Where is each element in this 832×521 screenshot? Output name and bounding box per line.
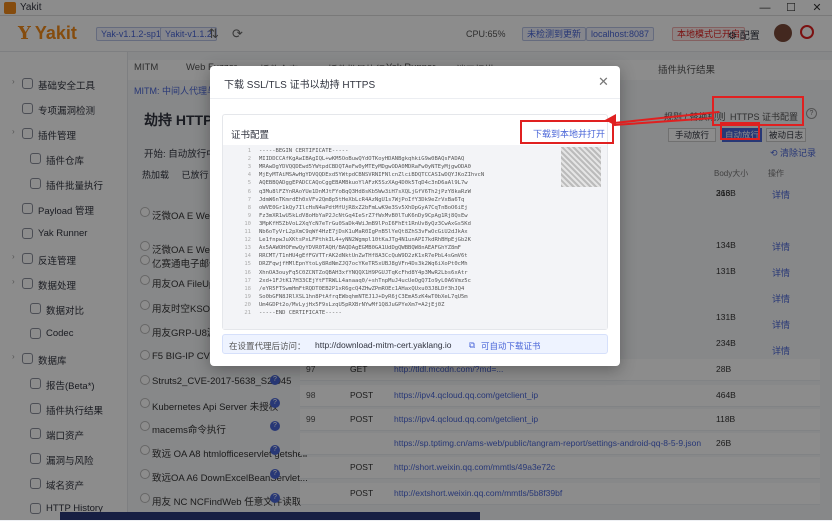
cert-line: 4 MjEyMTAiMSAwHgYDVQQDExd5YWtpdCBNSVRNIFN… — [223, 171, 607, 179]
cert-line-text: MRAwDgYDVQQDEwd5YWtpdCBDQTAeFw0yMTEyMDgw… — [259, 164, 471, 171]
cert-line: 21 -----END CERTIFICATE----- — [223, 309, 607, 317]
download-cert-modal: 下载 SSL/TLS 证书以劫持 HTTPS ✕ 证书配置 下载到本地并打开 1… — [210, 66, 620, 366]
cert-line: 10 3MpKfH5ZbVoL2XqYcN7eTrGu0SaDk4WiJmB9lP… — [223, 220, 607, 228]
cert-line: 12 Le1fnpwJuXKtsPxLFPthkIL4+yNN2Wgmpl10tK… — [223, 236, 607, 244]
line-number: 8 — [247, 204, 251, 211]
cert-line: 17 2xd+1FJtK17H33CEjYtFTRWLL4anaaq0/+shTn… — [223, 277, 607, 285]
cert-line-text: MjEyMTAiMSAwHgYDVQQDExd5YWtpdCBNSVRNIFNl… — [259, 172, 485, 179]
cert-line: 11 Nb6oTyVrL2pXmC9qWf4HzE7jDsK1uMaR0IgPnB… — [223, 228, 607, 236]
line-number: 2 — [247, 156, 251, 163]
annotation-arrowhead — [605, 114, 616, 126]
cert-line: 16 XhnOA3ouyFq5C0ZCNTZoQBAH3xfYNQQX1H9PGU… — [223, 269, 607, 277]
cert-line: 18/eYR5FTSwmHmFtRQDT0EB2P1xR6gcQ4ZHwZPmR… — [223, 285, 607, 293]
cert-line-text: Nb6oTyVrL2pXmC9qWf4HzE7jDsK1uMaR0IgPnB5l… — [259, 229, 468, 235]
line-number: 1 — [247, 148, 251, 154]
modal-title: 下载 SSL/TLS 证书以劫持 HTTPS — [224, 80, 376, 91]
annotation-box-download — [520, 120, 614, 144]
line-number: 19 — [244, 293, 251, 300]
line-number: 15 — [244, 261, 251, 268]
cert-line-text: MIIDDCCAfKgAwIBAgIQL+wKM5OoBuwQYdOTKoyHD… — [259, 156, 465, 163]
cert-line-text: 3MpKfH5ZbVoL2XqYcN7eTrGu0SaDk4WiJmB9lPoI… — [259, 220, 471, 227]
line-number: 20 — [244, 301, 251, 308]
cert-code-block[interactable]: 1 -----BEGIN CERTIFICATE----- 2 MIIDDCCAfKg… — [223, 145, 607, 329]
line-number: 11 — [244, 229, 251, 235]
tip-suffix: 可自动下载证书 — [481, 341, 541, 351]
line-number: 4 — [247, 172, 251, 179]
cert-line-text: Fz3mXR1wU5kLdV8oHbYaP2JcNtGq4IeSrZ7fWxMv… — [259, 212, 468, 219]
cert-line-text: -----END CERTIFICATE----- — [259, 310, 342, 316]
cert-line-text: XhnOA3ouyFq5C0ZCNTZoQBAH3xfYNQQX1H9PGUJT… — [259, 269, 468, 276]
cert-line-text: oWVE0Gr1kQy7IlcHsN4aPdtMfUjR8xZ2bFmLwK9e… — [259, 204, 468, 211]
cert-line: 3 MRAwDgYDVQQDEwd5YWtpdCBDQTAeFw0yMTEyMDg… — [223, 163, 607, 171]
cert-line-text: /eYR5FTSwmHmFtRQDT0EB2P1xR6gcQ4ZHwZPmROE… — [259, 285, 465, 292]
tip-bar: 在设置代理后访问： http://download-mitm-cert.yakl… — [222, 334, 608, 354]
line-number: 7 — [247, 196, 251, 203]
cert-line: 9 Fz3mXR1wU5kLdV8oHbYaP2JcNtGq4IeSrZ7fWxM… — [223, 212, 607, 220]
line-number: 16 — [244, 269, 251, 276]
cert-line-text: -----BEGIN CERTIFICATE----- — [259, 148, 349, 154]
line-number: 13 — [244, 245, 251, 252]
cert-line-text: JdmW6nTKmrdEh0xVFv2Qm8p5tHeXbLcR4AzNgU1s… — [259, 196, 465, 203]
qr-code-image — [561, 147, 601, 187]
copy-icon[interactable]: ⧉ — [469, 340, 475, 351]
cert-line: 7 JdmW6nTKmrdEh0xVFv2Qm8p5tHeXbLcR4AzNgU1… — [223, 196, 607, 204]
cert-line: 5 AQEBBQADggEPADCCAQoCggEBAMBkuoYlAFzK5Sz… — [223, 179, 607, 187]
line-number: 21 — [244, 310, 251, 316]
tip-prefix: 在设置代理后访问： — [229, 341, 306, 351]
line-number: 3 — [247, 164, 251, 171]
cert-line: 19 So0bGFN8JRlXSL1hn8PtAfrqEWbqhmNTEJ1J+D… — [223, 293, 607, 301]
cert-config-box: 证书配置 下载到本地并打开 1 -----BEGIN CERTIFICATE---… — [222, 114, 608, 330]
cert-line: 14 RRCMT/T1nHU4gEfFGVTTrAK2dNktUnZwTHf8A3… — [223, 252, 607, 260]
cert-line-text: DRZFqwjfHMlEpnYtoLy8RdNmZJQ7ocYKeTR5xUBJ… — [259, 261, 468, 268]
cert-line-text: RRCMT/T1nHU4gEfFGVTTrAK2dNktUnZwTHf8A3Cc… — [259, 253, 468, 260]
cert-line-text: Le1fnpwJuXKtsPxLFPthkIL4+yNN2Wgmpl10tKaJ… — [259, 237, 471, 244]
cert-line-text: q3Mu8lFZYnRAoYUe1DnMJtFYoBqQ3Hd8sKb5Ww3i… — [259, 188, 471, 195]
line-number: 10 — [244, 220, 251, 227]
close-icon[interactable]: ✕ — [598, 74, 609, 90]
cert-line-text: Ax5AAWOHOFmwQyYDVR0TAQH/BAQDAgEGMB0GA1Ud… — [259, 245, 461, 252]
line-number: 12 — [244, 237, 251, 244]
annotation-box-auto-pass — [720, 122, 760, 140]
cert-line: 20 Um4GDPt2o/MvLyjHx5F9sLzqU5pRXBrNYwMf1Q… — [223, 301, 607, 309]
line-number: 5 — [247, 180, 251, 187]
cert-line: 2 MIIDDCCAfKgAwIBAgIQL+wKM5OoBuwQYdOTKoyH… — [223, 155, 607, 163]
tip-url[interactable]: http://download-mitm-cert.yaklang.io — [315, 340, 452, 350]
modal-divider — [210, 98, 620, 99]
cert-line-text: 2xd+1FJtK17H33CEjYtFTRWLL4anaaq0/+shTnpM… — [259, 277, 471, 284]
cert-line-text: So0bGFN8JRlXSL1hn8PtAfrqEWbqhmNTEJ1J+DyR… — [259, 293, 468, 300]
cert-line: 13 Ax5AAWOHOFmwQyYDVR0TAQH/BAQDAgEGMB0GA1… — [223, 244, 607, 252]
cert-line: 15 DRZFqwjfHMlEpnYtoLy8RdNmZJQ7ocYKeTR5xU… — [223, 260, 607, 268]
line-number: 6 — [247, 188, 251, 195]
line-number: 18 — [244, 285, 251, 292]
cert-line-text: AQEBBQADggEPADCCAQoCggEBAMBkuoYlAFzK5SzX… — [259, 180, 468, 187]
cert-line: 1 -----BEGIN CERTIFICATE----- — [223, 147, 607, 155]
line-number: 17 — [244, 277, 251, 284]
line-number: 9 — [247, 212, 251, 219]
line-number: 14 — [244, 253, 251, 260]
cert-line: 6 q3Mu8lFZYnRAoYUe1DnMJtFYoBqQ3Hd8sKb5Ww3… — [223, 188, 607, 196]
cert-line-text: Um4GDPt2o/MvLyjHx5F9sLzqU5pRXBrNYwMf1Q8J… — [259, 301, 445, 308]
cert-config-label: 证书配置 — [231, 130, 270, 141]
cert-line: 8 oWVE0Gr1kQy7IlcHsN4aPdtMfUjR8xZ2bFmLwK9… — [223, 204, 607, 212]
